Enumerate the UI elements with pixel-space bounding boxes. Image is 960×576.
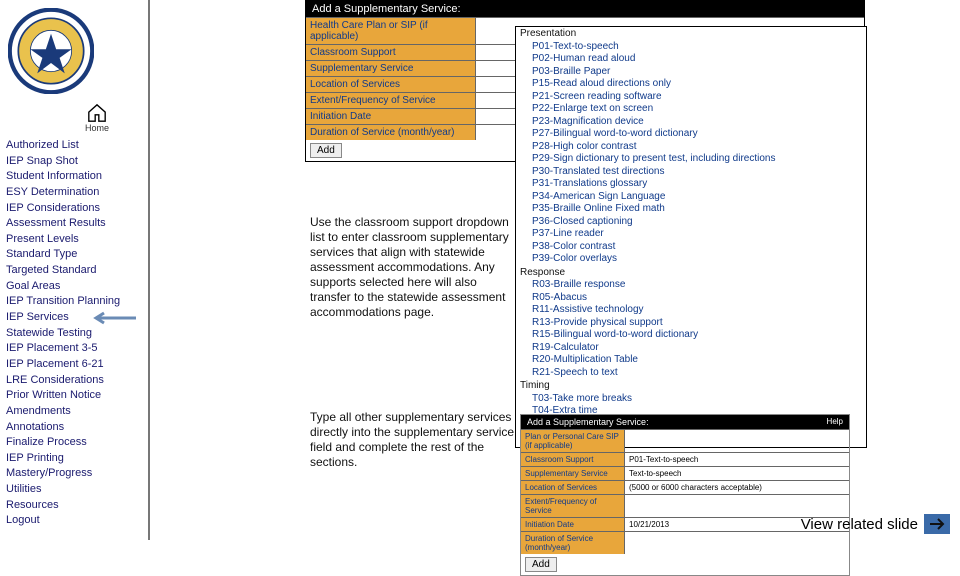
sidebar-item[interactable]: Resources <box>6 499 144 512</box>
form2-row: Location of Services(5000 or 6000 charac… <box>521 480 849 494</box>
dropdown-option[interactable]: R05-Abacus <box>516 292 866 305</box>
dropdown-option[interactable]: P38-Color contrast <box>516 241 866 254</box>
dropdown-option[interactable]: R11-Assistive technology <box>516 304 866 317</box>
wv-dept-education-logo <box>8 8 94 94</box>
dropdown-option[interactable]: P29-Sign dictionary to present test, inc… <box>516 153 866 166</box>
supplementary-service-form-filled: Add a Supplementary Service: Help Plan o… <box>520 414 850 576</box>
pointer-arrow-icon <box>92 311 136 329</box>
sidebar-item[interactable]: Targeted Standard <box>6 264 144 277</box>
instruction-paragraph-1: Use the classroom support dropdown list … <box>310 215 510 320</box>
dropdown-group-header: Timing <box>516 379 866 393</box>
sidebar-item[interactable]: Amendments <box>6 405 144 418</box>
sidebar-item[interactable]: IEP Placement 3-5 <box>6 342 144 355</box>
dropdown-option[interactable]: P22-Enlarge text on screen <box>516 103 866 116</box>
sidebar-item[interactable]: IEP Placement 6-21 <box>6 358 144 371</box>
form2-row-value[interactable]: Text-to-speech <box>625 467 849 480</box>
form2-rows: Plan or Personal Care SIP (if applicable… <box>521 429 849 554</box>
form2-row-label: Supplementary Service <box>521 467 625 480</box>
form2-row: Plan or Personal Care SIP (if applicable… <box>521 429 849 452</box>
dropdown-option[interactable]: R21-Speech to text <box>516 367 866 380</box>
form-row-label: Classroom Support <box>306 45 476 60</box>
add-button[interactable]: Add <box>310 143 342 158</box>
form2-row-value[interactable] <box>625 532 849 554</box>
sidebar-item[interactable]: Finalize Process <box>6 436 144 449</box>
form2-row-value[interactable]: P01-Text-to-speech <box>625 453 849 466</box>
dropdown-option[interactable]: P35-Braille Online Fixed math <box>516 203 866 216</box>
dropdown-option[interactable]: P28-High color contrast <box>516 141 866 154</box>
dropdown-option[interactable]: P30-Translated test directions <box>516 166 866 179</box>
form-row-label: Location of Services <box>306 77 476 92</box>
sidebar-item[interactable]: Prior Written Notice <box>6 389 144 402</box>
dropdown-option[interactable]: P37-Line reader <box>516 228 866 241</box>
form2-row: Classroom SupportP01-Text-to-speech <box>521 452 849 466</box>
form2-row-value[interactable]: (5000 or 6000 characters acceptable) <box>625 481 849 494</box>
sidebar-item[interactable]: LRE Considerations <box>6 374 144 387</box>
dropdown-option[interactable]: R19-Calculator <box>516 342 866 355</box>
view-related-slide-link[interactable]: View related slide <box>801 514 950 534</box>
view-related-label: View related slide <box>801 516 918 533</box>
sidebar-item[interactable]: IEP Services <box>6 311 144 324</box>
sidebar-item[interactable]: ESY Determination <box>6 186 144 199</box>
dropdown-option[interactable]: R20-Multiplication Table <box>516 354 866 367</box>
dropdown-option[interactable]: P23-Magnification device <box>516 116 866 129</box>
form2-row-label: Location of Services <box>521 481 625 494</box>
form2-header: Add a Supplementary Service: <box>527 417 649 427</box>
form2-row-value[interactable] <box>625 430 849 452</box>
home-icon <box>86 103 108 123</box>
form2-row-label: Extent/Frequency of Service <box>521 495 625 517</box>
sidebar-item[interactable]: IEP Considerations <box>6 202 144 215</box>
sidebar-item[interactable]: Standard Type <box>6 248 144 261</box>
sidebar-item[interactable]: Assessment Results <box>6 217 144 230</box>
form-row-label: Supplementary Service <box>306 61 476 76</box>
form2-row-label: Initiation Date <box>521 518 625 531</box>
form2-row: Duration of Service (month/year) <box>521 531 849 554</box>
dropdown-option[interactable]: P21-Screen reading software <box>516 91 866 104</box>
dropdown-option[interactable]: R15-Bilingual word-to-word dictionary <box>516 329 866 342</box>
form2-row-label: Duration of Service (month/year) <box>521 532 625 554</box>
main-content: Add a Supplementary Service: Health Care… <box>150 0 960 540</box>
sidebar-item[interactable]: IEP Transition Planning <box>6 295 144 308</box>
form-header: Add a Supplementary Service: <box>306 1 864 17</box>
add-button-2[interactable]: Add <box>525 557 557 572</box>
form-row-label: Extent/Frequency of Service <box>306 93 476 108</box>
sidebar-item[interactable]: Student Information <box>6 170 144 183</box>
sidebar-item[interactable]: Goal Areas <box>6 280 144 293</box>
forward-arrow-icon <box>924 514 950 534</box>
dropdown-option[interactable]: P31-Translations glossary <box>516 178 866 191</box>
sidebar: Home Authorized List IEP Snap Shot Student… <box>0 0 150 540</box>
form2-row-label: Plan or Personal Care SIP (if applicable… <box>521 430 625 452</box>
nav-list: Authorized List IEP Snap Shot Student Info… <box>6 139 144 527</box>
sidebar-item[interactable]: Authorized List <box>6 139 144 152</box>
form2-help[interactable]: Help <box>827 417 843 427</box>
sidebar-item[interactable]: Logout <box>6 514 144 527</box>
sidebar-item[interactable]: IEP Printing <box>6 452 144 465</box>
sidebar-item[interactable]: Present Levels <box>6 233 144 246</box>
sidebar-item[interactable]: IEP Snap Shot <box>6 155 144 168</box>
sidebar-item[interactable]: Annotations <box>6 421 144 434</box>
dropdown-option[interactable]: R13-Provide physical support <box>516 317 866 330</box>
dropdown-group-header: Presentation <box>516 27 866 41</box>
dropdown-option[interactable]: R03-Braille response <box>516 279 866 292</box>
dropdown-option[interactable]: P34-American Sign Language <box>516 191 866 204</box>
dropdown-option[interactable]: T03-Take more breaks <box>516 393 866 406</box>
dropdown-option[interactable]: P27-Bilingual word-to-word dictionary <box>516 128 866 141</box>
dropdown-option[interactable]: P15-Read aloud directions only <box>516 78 866 91</box>
form2-row-label: Classroom Support <box>521 453 625 466</box>
home-label: Home <box>85 123 109 133</box>
home-button[interactable]: Home <box>50 103 144 133</box>
dropdown-option[interactable]: P36-Closed captioning <box>516 216 866 229</box>
dropdown-group-header: Response <box>516 266 866 280</box>
form-row-label: Initiation Date <box>306 109 476 124</box>
sidebar-item[interactable]: Utilities <box>6 483 144 496</box>
dropdown-option[interactable]: P03-Braille Paper <box>516 66 866 79</box>
dropdown-option[interactable]: P01-Text-to-speech <box>516 41 866 54</box>
instruction-paragraph-2: Type all other supplementary services di… <box>310 410 520 470</box>
form2-row: Supplementary ServiceText-to-speech <box>521 466 849 480</box>
form-row-label: Health Care Plan or SIP (if applicable) <box>306 18 476 44</box>
dropdown-option[interactable]: P02-Human read aloud <box>516 53 866 66</box>
classroom-support-dropdown[interactable]: PresentationP01-Text-to-speechP02-Human … <box>515 26 867 448</box>
sidebar-item[interactable]: Mastery/Progress <box>6 467 144 480</box>
dropdown-option[interactable]: P39-Color overlays <box>516 253 866 266</box>
form-row-label: Duration of Service (month/year) <box>306 125 476 140</box>
